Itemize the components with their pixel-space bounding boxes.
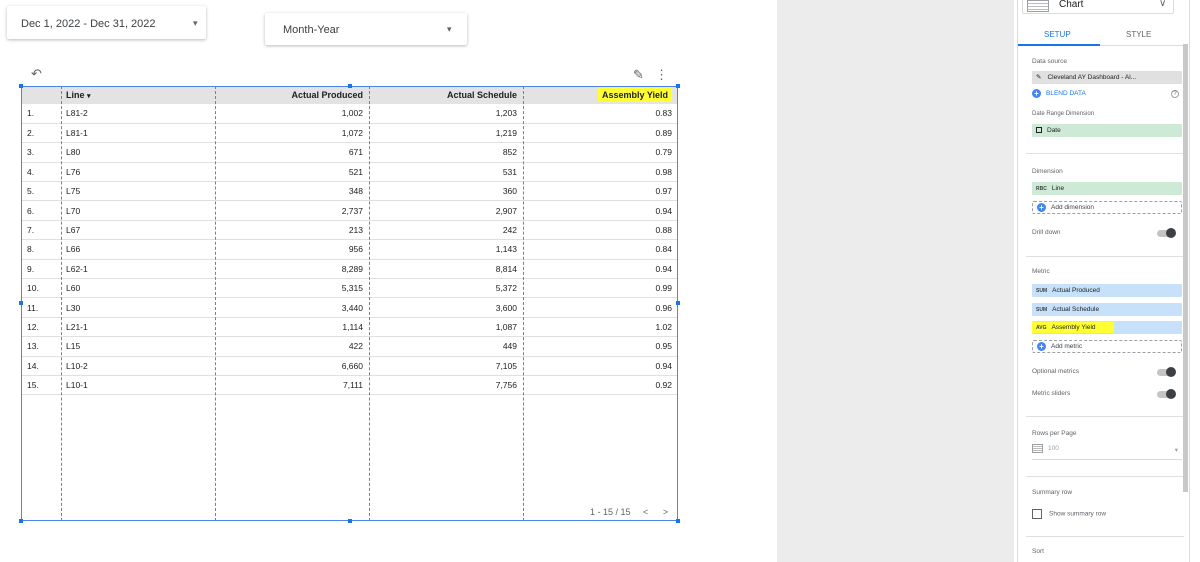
help-icon[interactable]: ? — [1171, 90, 1179, 98]
drill-down-label: Drill down — [1032, 229, 1061, 236]
properties-panel: Chart ∨ SETUP STYLE Data source ✎ Clevela… — [1017, 0, 1184, 562]
date-range-dimension-label: Date Range Dimension — [1032, 111, 1095, 117]
metric-chip-actual-produced[interactable]: SUM Actual Produced — [1032, 284, 1182, 297]
canvas-background — [777, 0, 1014, 562]
add-metric-label: Add metric — [1051, 343, 1083, 350]
metric-sliders-label: Metric sliders — [1032, 390, 1071, 397]
chevron-down-icon: ▾ — [193, 18, 198, 28]
panel-scrollbar[interactable] — [1183, 44, 1188, 492]
column-divider — [523, 86, 524, 521]
chevron-down-icon: ▾ — [1174, 447, 1178, 454]
more-vert-icon[interactable]: ⋮ — [655, 67, 668, 83]
resize-handle[interactable] — [348, 84, 352, 88]
undo-icon[interactable]: ↶ — [31, 66, 42, 82]
rows-per-page-select[interactable]: 100 ▾ — [1032, 444, 1182, 460]
dimension-chip-value: Line — [1051, 185, 1065, 192]
sort-label: Sort — [1032, 548, 1044, 555]
drill-down-toggle[interactable] — [1157, 228, 1176, 238]
date-dimension-chip[interactable]: Date — [1032, 124, 1182, 137]
date-range-picker[interactable]: Dec 1, 2022 - Dec 31, 2022 ▾ — [7, 6, 206, 39]
metric-chip-assembly-yield[interactable]: AVG Assembly Yield — [1032, 321, 1182, 334]
data-source-chip[interactable]: ✎ Cleveland AY Dashboard - Al... — [1032, 71, 1182, 84]
data-source-label: Data source — [1032, 58, 1068, 65]
date-dimension-value: Date — [1047, 127, 1061, 134]
plus-circle-icon: + — [1032, 89, 1041, 98]
metric-aggregation: SUM — [1036, 288, 1048, 294]
plus-circle-icon: + — [1037, 202, 1046, 212]
summary-row-label: Summary row — [1032, 489, 1073, 496]
show-summary-row-label: Show summary row — [1049, 510, 1107, 518]
resize-handle[interactable] — [676, 84, 680, 88]
metric-sliders-toggle[interactable] — [1157, 389, 1176, 399]
blend-data-label: BLEND DATA — [1046, 90, 1086, 98]
rows-per-page-value: 100 — [1048, 445, 1059, 453]
section-divider — [1026, 153, 1184, 154]
resize-handle[interactable] — [19, 519, 23, 523]
add-dimension-button[interactable]: + Add dimension — [1032, 201, 1182, 214]
show-summary-row-checkbox[interactable]: Show summary row — [1032, 509, 1106, 519]
section-divider — [1026, 256, 1184, 257]
resize-handle[interactable] — [676, 301, 680, 305]
table-chart-icon — [1027, 0, 1049, 12]
panel-tabs: SETUP STYLE — [1018, 26, 1184, 46]
checkbox-icon — [1032, 509, 1042, 519]
chevron-down-icon: ▾ — [447, 24, 452, 34]
metric-name: Actual Produced — [1052, 287, 1100, 294]
chevron-down-icon: ∨ — [1159, 0, 1167, 9]
resize-handle[interactable] — [19, 301, 23, 305]
add-metric-button[interactable]: + Add metric — [1032, 340, 1182, 353]
metric-aggregation: SUM — [1036, 307, 1048, 313]
dimension-chip-line[interactable]: RBC Line — [1032, 182, 1182, 195]
plus-circle-icon: + — [1037, 341, 1046, 351]
metric-chip-actual-schedule[interactable]: SUM Actual Schedule — [1032, 303, 1182, 316]
column-divider — [61, 86, 62, 521]
section-divider — [1026, 416, 1184, 417]
next-page-icon[interactable]: > — [663, 507, 668, 517]
data-panel-edge — [1189, 0, 1200, 562]
chart-type-selector[interactable]: Chart ∨ — [1022, 0, 1174, 14]
resize-handle[interactable] — [19, 84, 23, 88]
metric-name: Actual Schedule — [1052, 306, 1100, 313]
edit-icon[interactable]: ✎ — [633, 67, 644, 83]
metric-label: Metric — [1032, 268, 1050, 275]
dimension-control-value: Month-Year — [283, 24, 340, 36]
dimension-label: Dimension — [1032, 168, 1063, 175]
resize-handle[interactable] — [676, 519, 680, 523]
blend-data-button[interactable]: + BLEND DATA — [1032, 89, 1086, 98]
data-source-value: Cleveland AY Dashboard - Al... — [1047, 74, 1137, 81]
pagination-range: 1 - 15 / 15 — [590, 507, 631, 517]
add-dimension-label: Add dimension — [1051, 204, 1094, 211]
rows-per-page-label: Rows per Page — [1032, 430, 1077, 437]
metric-highlight: AVG Assembly Yield — [1032, 322, 1114, 333]
optional-metrics-toggle[interactable] — [1157, 367, 1176, 377]
chart-type-label: Chart — [1059, 0, 1084, 10]
column-divider — [369, 86, 370, 521]
section-divider — [1026, 536, 1184, 537]
tab-setup[interactable]: SETUP — [1044, 30, 1071, 39]
table-pagination: 1 - 15 / 15 < > — [590, 507, 668, 517]
resize-handle[interactable] — [348, 519, 352, 523]
dimension-control[interactable]: Month-Year ▾ — [265, 13, 467, 45]
column-divider — [215, 86, 216, 521]
pencil-icon: ✎ — [1036, 74, 1042, 81]
active-tab-indicator — [1018, 44, 1100, 46]
tab-style[interactable]: STYLE — [1126, 30, 1151, 39]
rows-icon — [1032, 444, 1043, 453]
table-selection-frame — [21, 86, 678, 521]
metric-aggregation: AVG — [1036, 325, 1047, 331]
text-type-icon: RBC — [1036, 186, 1047, 192]
date-range-value: Dec 1, 2022 - Dec 31, 2022 — [21, 18, 156, 30]
section-divider — [1026, 476, 1184, 477]
metric-name: Assembly Yield — [1051, 324, 1096, 331]
prev-page-icon[interactable]: < — [643, 507, 648, 517]
calendar-icon — [1036, 127, 1042, 134]
optional-metrics-label: Optional metrics — [1032, 368, 1079, 375]
